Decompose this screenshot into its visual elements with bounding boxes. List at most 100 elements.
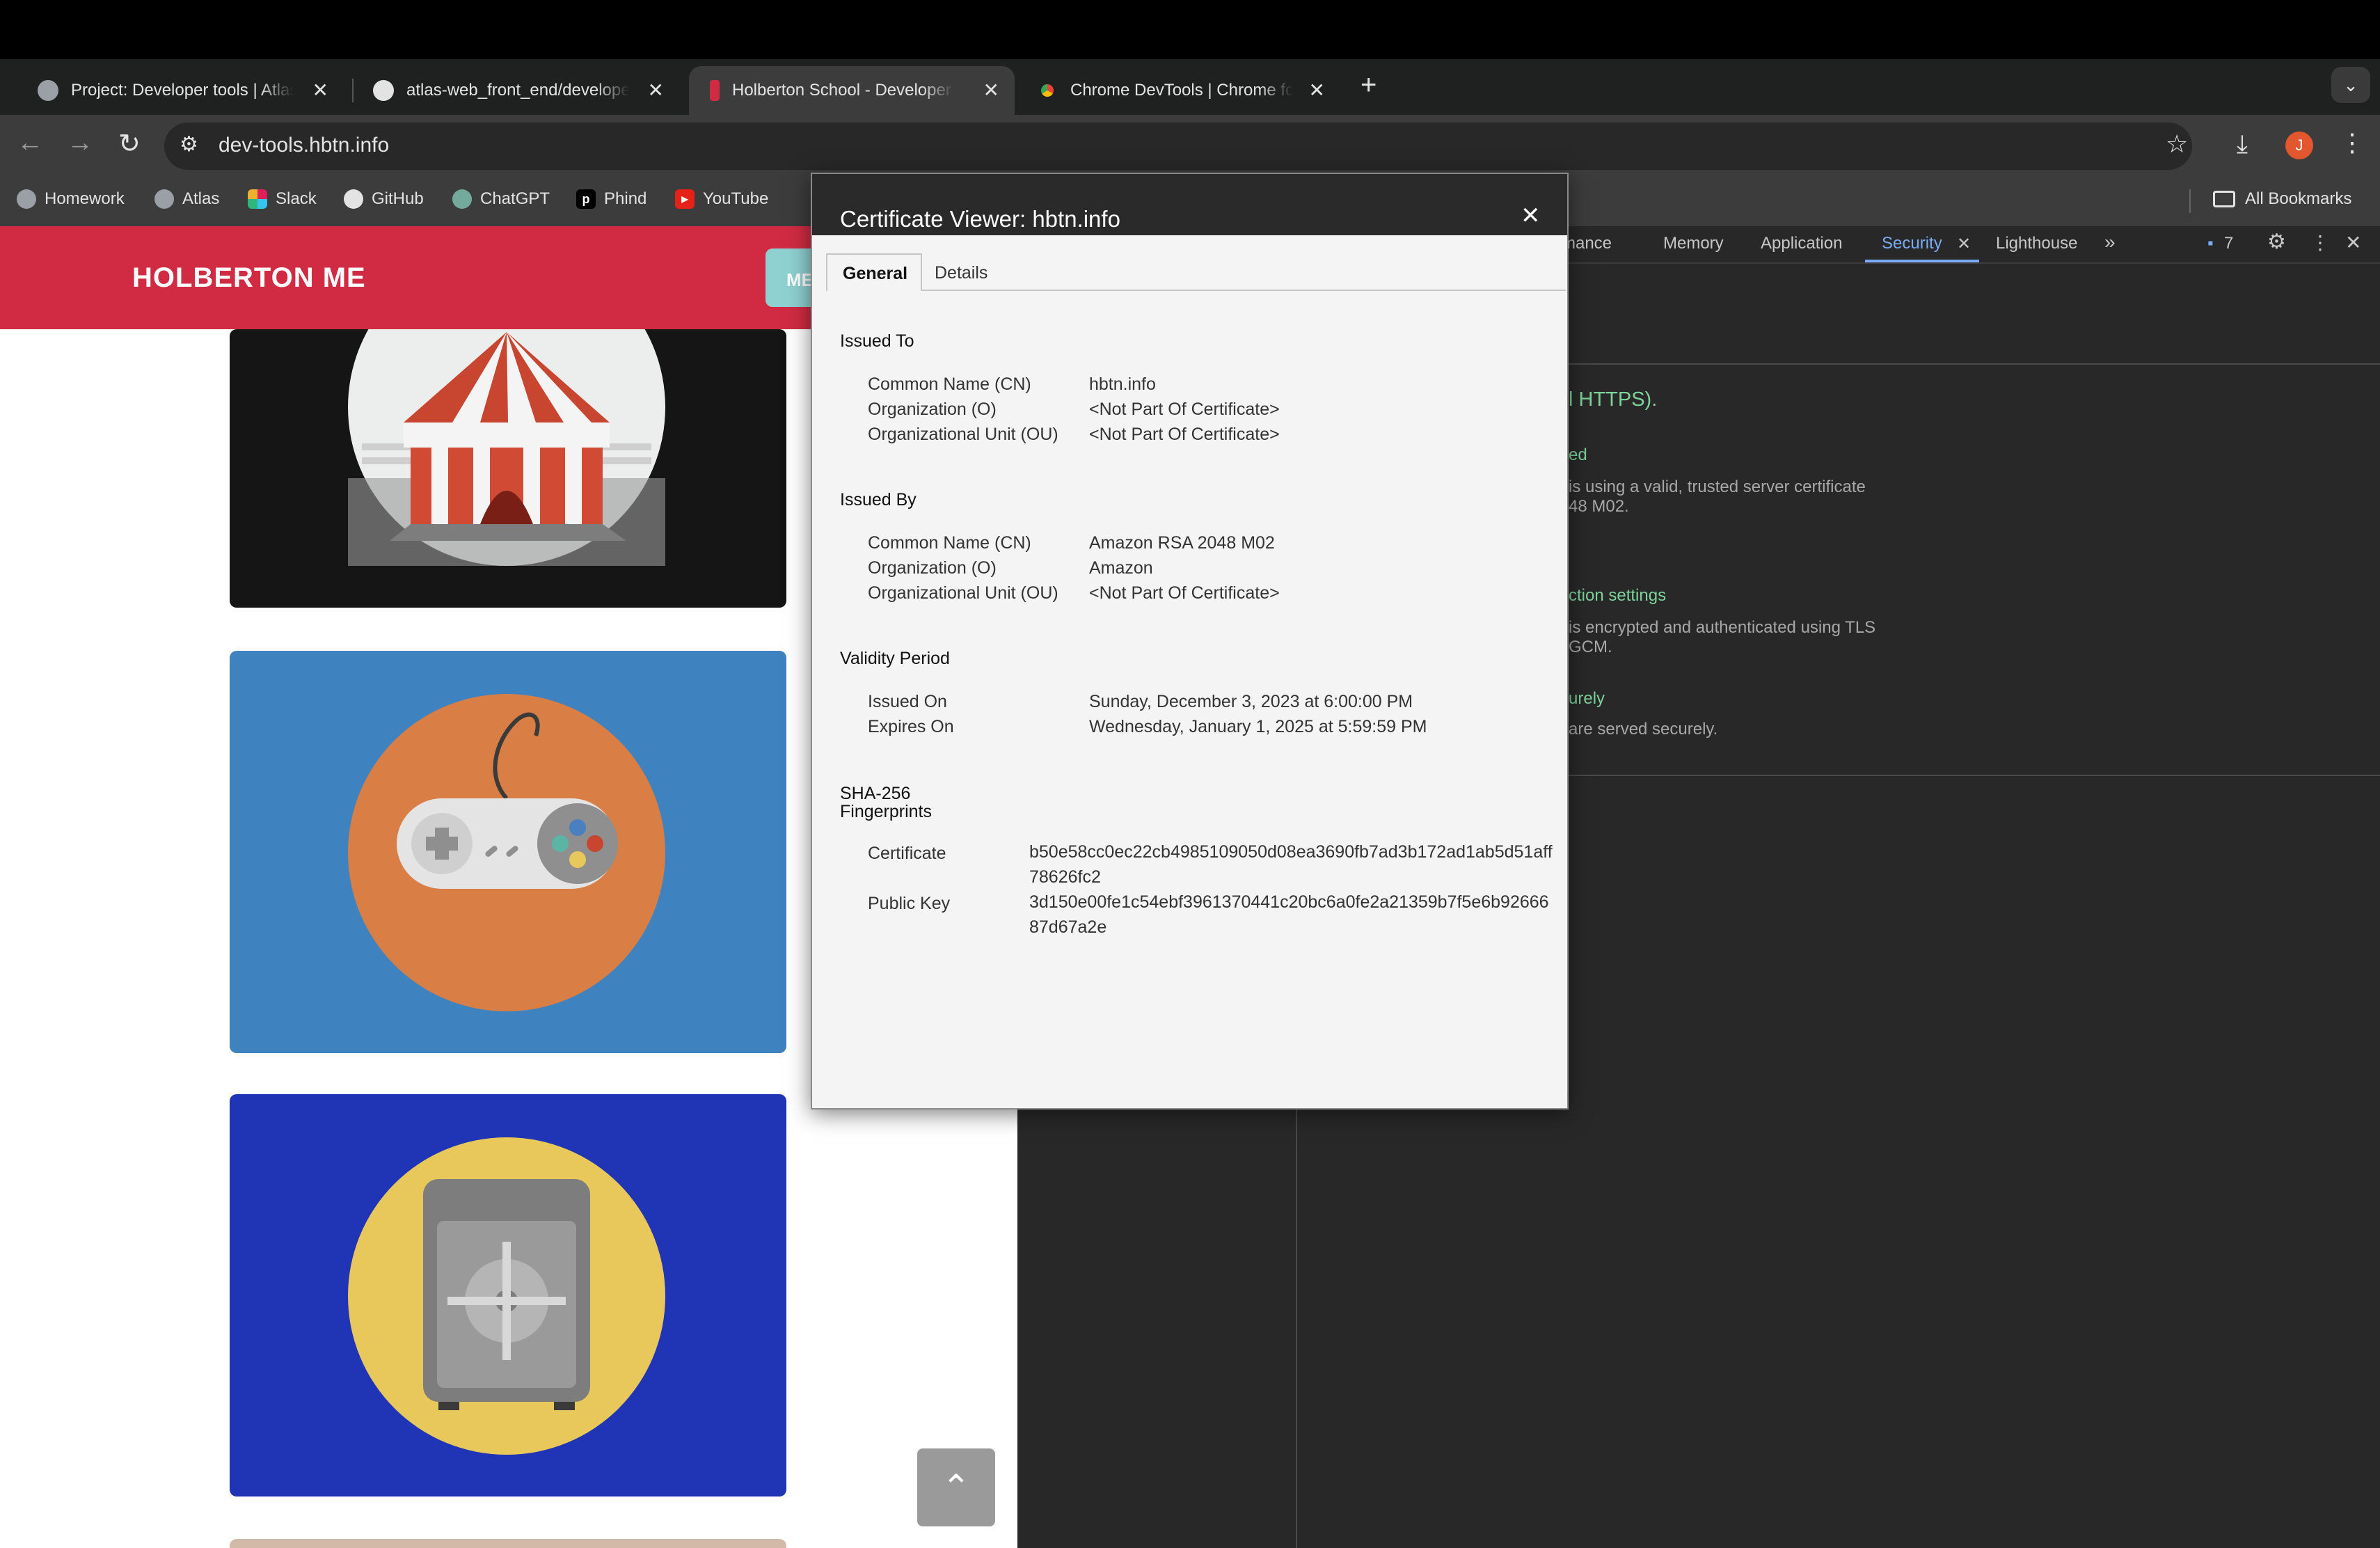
tab-title: Project: Developer tools | Atlas [71, 81, 294, 100]
bookmark-github[interactable]: GitHub [344, 189, 424, 209]
devtools-menu-icon[interactable]: ⋮ [2310, 231, 2330, 254]
certificate-viewer-dialog: Certificate Viewer: hbtn.info ✕ General … [811, 173, 1569, 1109]
close-icon[interactable]: ✕ [1957, 234, 1971, 254]
holberton-icon [710, 80, 720, 101]
close-icon[interactable]: ✕ [648, 79, 664, 102]
field-label: Certificate [868, 844, 946, 863]
safe-illustration [348, 1137, 665, 1455]
bookmark-label: GitHub [372, 189, 424, 208]
profile-avatar[interactable]: J [2285, 132, 2313, 159]
field-value: b50e58cc0ec22cb4985109050d08ea3690fb7ad3… [1029, 842, 1553, 887]
close-icon[interactable]: ✕ [1521, 202, 1541, 230]
card-gamepad [230, 651, 786, 1053]
divider [1566, 775, 2380, 776]
bookmark-label: Atlas [182, 189, 220, 208]
chatgpt-icon [452, 189, 472, 209]
connection-desc-2: GCM. [1569, 638, 1612, 656]
back-arrow-icon[interactable]: ← [17, 128, 43, 158]
gamepad-icon [397, 712, 618, 889]
connection-desc-1: is encrypted and authenticated using TLS [1569, 618, 1876, 637]
bookmark-label: Phind [604, 189, 647, 208]
divider [1296, 1109, 1297, 1548]
devtools-tab-security[interactable]: Security [1882, 234, 1942, 253]
reload-icon[interactable]: ↻ [118, 128, 141, 159]
tab-title: Holberton School - Developer tools [732, 81, 955, 100]
divider [1566, 363, 2380, 365]
tab-chrome-devtools[interactable]: Chrome DevTools | Chrome for Developers … [1016, 66, 1340, 115]
certificate-heading: ed [1569, 445, 1587, 464]
card-next [230, 1539, 786, 1548]
close-devtools-icon[interactable]: ✕ [2345, 231, 2361, 254]
bookmarks-separator [2189, 189, 2191, 213]
github-icon [373, 80, 394, 101]
issues-icon[interactable]: ▪ [2207, 234, 2214, 253]
bookmark-slack[interactable]: Slack [248, 189, 317, 209]
bookmark-phind[interactable]: p Phind [576, 189, 646, 209]
more-tabs-icon[interactable]: » [2104, 231, 2116, 253]
chrome-icon [1037, 80, 1058, 101]
field-value: Amazon [1089, 558, 1153, 578]
connection-heading: ction settings [1569, 586, 1667, 605]
site-info-icon[interactable]: ⚙ [180, 132, 198, 157]
globe-icon [38, 80, 58, 101]
field-label: Common Name (CN) [868, 533, 1031, 553]
devtools-tab-application[interactable]: Application [1761, 234, 1842, 253]
tab-title: atlas-web_front_end/developer_tools [406, 81, 629, 100]
resources-desc: are served securely. [1569, 720, 1718, 739]
new-tab-button[interactable]: + [1360, 70, 1377, 101]
folder-icon [2213, 191, 2235, 207]
tab-holberton-active[interactable]: Holberton School - Developer tools ✕ [689, 66, 1015, 115]
all-bookmarks-button[interactable]: All Bookmarks [2213, 189, 2351, 209]
devtools-tab-lighthouse[interactable]: Lighthouse [1996, 234, 2077, 253]
security-summary: l HTTPS). [1569, 388, 1658, 411]
bookmark-label: Slack [276, 189, 317, 208]
site-brand[interactable]: HOLBERTON ME [132, 262, 366, 294]
field-value: Amazon RSA 2048 M02 [1089, 533, 1275, 553]
card-circus [230, 329, 786, 608]
field-value: <Not Part Of Certificate> [1089, 400, 1280, 419]
tab-atlas-project[interactable]: Project: Developer tools | Atlas ✕ [17, 66, 344, 115]
field-label: Organization (O) [868, 400, 997, 419]
field-label: Expires On [868, 717, 954, 736]
scroll-to-top-button[interactable]: ⌃ [917, 1448, 995, 1526]
tab-github-repo[interactable]: atlas-web_front_end/developer_tools ✕ [352, 66, 679, 115]
bookmark-youtube[interactable]: ▶ YouTube [675, 189, 768, 209]
bookmark-label: Homework [45, 189, 125, 208]
all-bookmarks-label: All Bookmarks [2245, 189, 2352, 208]
phind-icon: p [576, 189, 596, 209]
bookmark-atlas[interactable]: Atlas [154, 189, 219, 209]
field-label: Organizational Unit (OU) [868, 425, 1058, 444]
close-icon[interactable]: ✕ [983, 79, 999, 102]
bookmark-chatgpt[interactable]: ChatGPT [452, 189, 550, 209]
close-icon[interactable]: ✕ [312, 79, 328, 102]
section-heading: SHA-256 [840, 784, 911, 803]
bookmark-star-icon[interactable]: ☆ [2166, 129, 2188, 159]
field-label: Common Name (CN) [868, 374, 1031, 394]
forward-arrow-icon[interactable]: → [67, 128, 93, 158]
slack-icon [248, 189, 267, 209]
devtools-tab-memory[interactable]: Memory [1663, 234, 1724, 253]
bookmark-label: YouTube [703, 189, 769, 208]
field-label: Organizational Unit (OU) [868, 583, 1058, 603]
address-bar[interactable] [164, 123, 2192, 170]
section-heading: Issued To [840, 331, 914, 351]
settings-gear-icon[interactable]: ⚙ [2267, 230, 2286, 254]
url-text[interactable]: dev-tools.hbtn.info [219, 134, 389, 157]
youtube-icon: ▶ [675, 189, 695, 209]
issues-count[interactable]: 7 [2224, 234, 2233, 253]
dialog-header: Certificate Viewer: hbtn.info ✕ [812, 174, 1567, 235]
close-icon[interactable]: ✕ [1309, 79, 1325, 102]
site-menu-button[interactable]: ME [765, 248, 814, 307]
dialog-title: Certificate Viewer: hbtn.info [840, 206, 1120, 232]
bookmark-homework[interactable]: Homework [17, 189, 125, 209]
gamepad-illustration [348, 694, 665, 1011]
globe-icon [17, 189, 36, 209]
field-label: Issued On [868, 692, 947, 711]
download-icon[interactable]: ⤓ [2237, 129, 2248, 159]
tab-search-button[interactable]: ⌄ [2331, 67, 2370, 103]
card-safe [230, 1094, 786, 1496]
tab-general[interactable]: General [826, 253, 922, 291]
tab-details[interactable]: Details [935, 263, 987, 283]
field-value: <Not Part Of Certificate> [1089, 425, 1280, 444]
browser-menu-icon[interactable]: ⋮ [2340, 128, 2365, 157]
